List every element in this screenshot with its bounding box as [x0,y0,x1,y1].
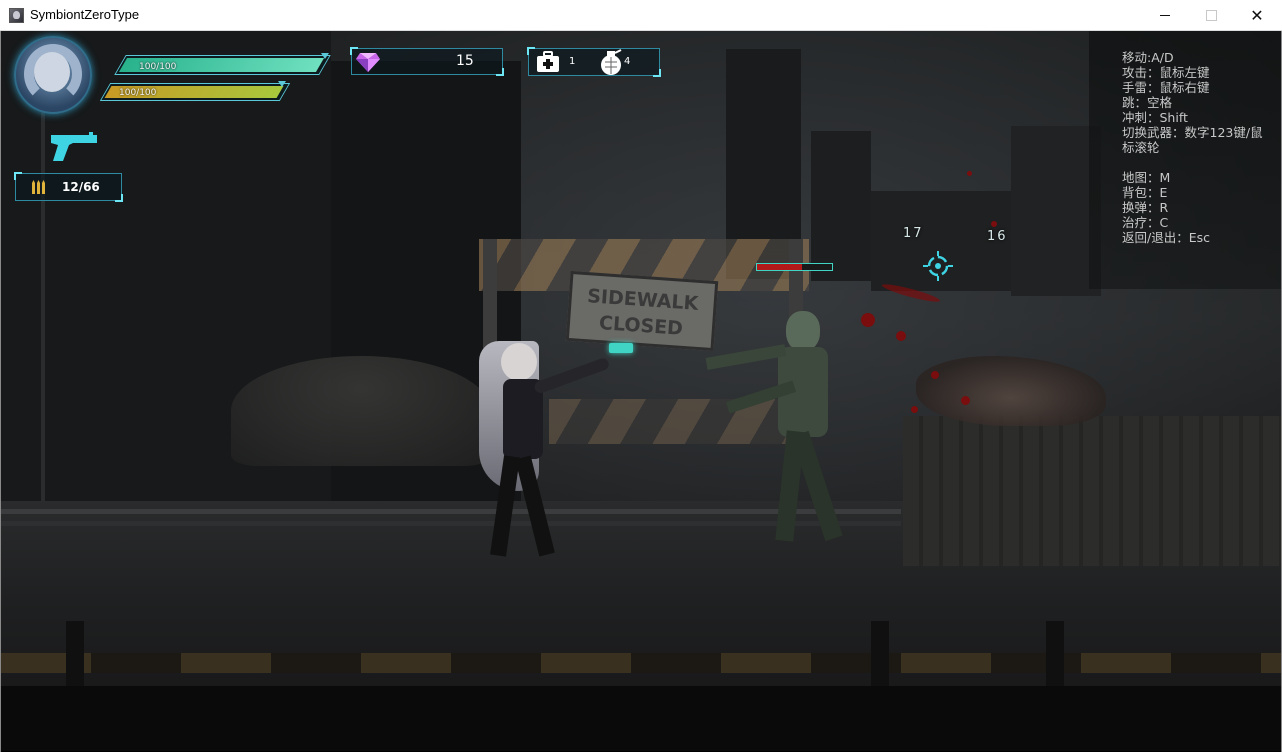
health-bar-arrow-icon [321,53,329,59]
help-line: 手雷：鼠标右键 [1122,80,1210,95]
enemy-health-bar [756,263,833,271]
foreground-fence-rail [1,653,1281,673]
help-line: 返回/退出：Esc [1122,230,1210,245]
window-title: SymbiontZeroType [30,7,140,22]
blood-splatter [931,371,939,379]
pistol-icon [51,132,97,161]
help-line: 地图：M [1122,170,1171,185]
app-icon [9,8,24,23]
energy-bar-arrow-icon [278,81,286,87]
zombie-head [786,311,820,351]
blood-splatter [911,406,918,413]
window-titlebar[interactable]: SymbiontZeroType ✕ [0,0,1282,31]
minimize-button[interactable] [1142,0,1188,31]
building-right [1011,126,1101,296]
zombie-leg [791,430,843,542]
grenade-count: 4 [624,56,631,67]
maximize-icon [1205,10,1217,21]
sandbag-pile [231,356,491,466]
player-pistol [609,343,633,353]
debris-pile [916,356,1106,426]
damage-number: 17 [903,226,924,241]
player-avatar [14,36,92,114]
medkit-count: 1 [569,56,576,67]
diamond-icon [356,53,380,72]
crosshair-icon [923,251,953,281]
game-viewport[interactable]: SIDEWALK CLOSED 17 16 100/100 100/100 15… [1,31,1281,751]
close-button[interactable]: ✕ [1234,0,1280,31]
close-icon: ✕ [1250,6,1264,25]
grenade-icon [601,49,622,75]
foreground-shadow [1,686,1281,751]
help-line: 切换武器：数字123键/鼠 [1122,125,1263,140]
ammo-count: 12/66 [62,180,100,194]
medkit-icon [537,51,559,72]
enemy-health-fill [757,264,802,270]
building-small [811,131,871,281]
maximize-button[interactable] [1188,0,1234,31]
blood-splatter [896,331,906,341]
help-line: 攻击：鼠标左键 [1122,65,1210,80]
player-character [479,331,611,563]
help-line: 换弹：R [1122,200,1169,215]
help-line [1122,155,1263,170]
help-line: 治疗：C [1122,215,1169,230]
minimize-icon [1160,15,1170,16]
help-line: 标滚轮 [1122,140,1160,155]
player-arm [532,356,611,395]
blood-splatter [991,221,997,227]
avatar-face [34,52,70,92]
player-head [501,343,537,381]
help-line: 冲刺：Shift [1122,110,1188,125]
controls-help-list: 移动:A/D 攻击：鼠标左键 手雷：鼠标右键 跳：空格 冲刺：Shift 切换武… [1122,50,1263,245]
damage-number: 16 [987,229,1008,244]
bullets-icon [32,180,45,194]
help-line: 移动:A/D [1122,50,1174,65]
shipping-container [903,416,1281,566]
blood-splatter [967,171,972,176]
blood-splatter [961,396,970,405]
zombie-enemy [705,281,866,551]
help-line: 跳：空格 [1122,95,1173,110]
gem-count: 15 [456,53,474,69]
energy-value: 100/100 [119,88,157,98]
help-line: 背包：E [1122,185,1168,200]
health-value: 100/100 [139,62,177,72]
pipe [41,91,45,501]
